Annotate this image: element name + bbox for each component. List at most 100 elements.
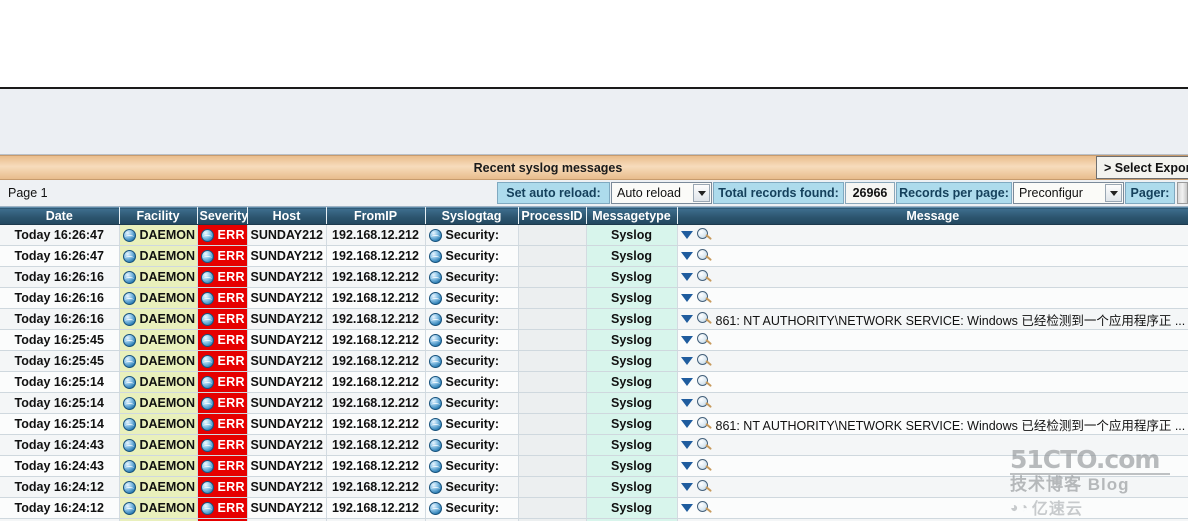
cell-processid xyxy=(518,224,587,246)
records-per-page-select[interactable]: Preconfigur xyxy=(1013,182,1124,204)
recent-messages-banner: Recent syslog messages xyxy=(0,155,1188,180)
pager-scrollbar[interactable] xyxy=(1177,182,1188,204)
search-message-icon[interactable] xyxy=(696,333,712,347)
cell-host: SUNDAY212 xyxy=(247,476,327,498)
cell-fromip: 192.168.12.212 xyxy=(326,245,426,267)
table-row[interactable]: Today 16:24:43 DAEMON ERR SUNDAY212 192.168.… xyxy=(0,434,1188,456)
globe-icon xyxy=(122,501,136,515)
table-row[interactable]: Today 16:26:16 DAEMON ERR SUNDAY212 192.168.… xyxy=(0,308,1188,330)
search-panel: Search (filter): ? Search I'd like to fe… xyxy=(0,87,1188,235)
globe-icon xyxy=(428,375,442,389)
cell-host: SUNDAY212 xyxy=(247,308,327,330)
expand-row-icon[interactable] xyxy=(680,273,693,281)
globe-icon xyxy=(200,228,214,242)
globe-icon xyxy=(428,396,442,410)
column-header-messagetype[interactable]: Messagetype xyxy=(586,207,678,225)
cell-syslogtag: Security: xyxy=(425,455,519,477)
cell-severity: ERR xyxy=(197,224,248,246)
search-message-icon[interactable] xyxy=(696,291,712,305)
globe-icon xyxy=(428,249,442,263)
search-message-icon[interactable] xyxy=(696,417,712,431)
column-header-syslogtag[interactable]: Syslogtag xyxy=(425,207,519,225)
expand-row-icon[interactable] xyxy=(680,462,693,470)
table-row[interactable]: Today 16:24:12DAEMONERRSUNDAY212192.168.… xyxy=(0,497,1188,519)
cell-processid xyxy=(518,413,587,435)
total-records-value: 26966 xyxy=(845,182,895,204)
column-header-fromip[interactable]: FromIP xyxy=(326,207,426,225)
table-row[interactable]: Today 16:25:45 DAEMON ERR SUNDAY212 192.168.… xyxy=(0,350,1188,372)
search-message-icon[interactable] xyxy=(696,438,712,452)
table-row[interactable]: Today 16:25:14 DAEMON ERR SUNDAY212 192.168.… xyxy=(0,392,1188,414)
globe-icon xyxy=(428,228,442,242)
column-header-date[interactable]: Date xyxy=(0,207,120,225)
column-header-processid[interactable]: ProcessID xyxy=(518,207,587,225)
column-header-message[interactable]: Message xyxy=(677,207,1188,225)
table-row[interactable]: Today 16:25:14 DAEMON ERR SUNDAY212 192.168.… xyxy=(0,371,1188,393)
cell-messagetype: Syslog xyxy=(586,371,678,393)
auto-reload-select[interactable]: Auto reload xyxy=(611,182,712,204)
column-header-host[interactable]: Host xyxy=(247,207,327,225)
cell-host: SUNDAY212 xyxy=(247,350,327,372)
cell-processid xyxy=(518,497,587,519)
expand-row-icon[interactable] xyxy=(680,378,693,386)
search-message-icon[interactable] xyxy=(696,228,712,242)
cell-facility: DAEMON xyxy=(119,476,198,498)
expand-row-icon[interactable] xyxy=(680,504,693,512)
cell-syslogtag: Security: xyxy=(425,224,519,246)
select-export-button[interactable]: > Select Expor xyxy=(1096,156,1188,179)
table-row[interactable]: Today 16:25:14 DAEMON ERR SUNDAY212 192.168.… xyxy=(0,413,1188,435)
expand-row-icon[interactable] xyxy=(680,357,693,365)
cell-facility: DAEMON xyxy=(119,413,198,435)
expand-row-icon[interactable] xyxy=(680,252,693,260)
cell-date: Today 16:26:16 xyxy=(0,266,120,288)
cell-syslogtag: Security: xyxy=(425,266,519,288)
cell-date: Today 16:26:47 xyxy=(0,245,120,267)
expand-row-icon[interactable] xyxy=(680,420,693,428)
globe-icon xyxy=(428,291,442,305)
expand-row-icon[interactable] xyxy=(680,315,693,323)
search-message-icon[interactable] xyxy=(696,396,712,410)
cell-syslogtag: Security: xyxy=(425,350,519,372)
cell-host: SUNDAY212 xyxy=(247,224,327,246)
table-row[interactable]: Today 16:24:12DAEMONERRSUNDAY212192.168.… xyxy=(0,476,1188,498)
expand-row-icon[interactable] xyxy=(680,294,693,302)
table-row[interactable]: Today 16:26:16 DAEMON ERR SUNDAY212 192.168.… xyxy=(0,287,1188,309)
cell-messagetype: Syslog xyxy=(586,350,678,372)
table-row[interactable]: Today 16:26:16 DAEMON ERR SUNDAY212 192.168.… xyxy=(0,266,1188,288)
cell-date: Today 16:26:16 xyxy=(0,308,120,330)
cell-host: SUNDAY212 xyxy=(247,287,327,309)
expand-row-icon[interactable] xyxy=(680,336,693,344)
cell-message xyxy=(677,476,1188,498)
search-message-icon[interactable] xyxy=(696,459,712,473)
search-message-icon[interactable] xyxy=(696,312,712,326)
table-row[interactable]: Today 16:24:43 DAEMON ERR SUNDAY212 192.168.… xyxy=(0,455,1188,477)
column-header-facility[interactable]: Facility xyxy=(119,207,198,225)
search-message-icon[interactable] xyxy=(696,249,712,263)
expand-row-icon[interactable] xyxy=(680,483,693,491)
cell-facility: DAEMON xyxy=(119,266,198,288)
cell-fromip: 192.168.12.212 xyxy=(326,224,426,246)
cell-fromip: 192.168.12.212 xyxy=(326,371,426,393)
search-message-icon[interactable] xyxy=(696,354,712,368)
search-message-icon[interactable] xyxy=(696,270,712,284)
cell-severity: ERR xyxy=(197,413,248,435)
expand-row-icon[interactable] xyxy=(680,441,693,449)
globe-icon xyxy=(122,291,136,305)
table-row[interactable]: Today 16:26:47 DAEMON ERR SUNDAY212 192.168.… xyxy=(0,245,1188,267)
cell-message xyxy=(677,350,1188,372)
globe-icon xyxy=(200,501,214,515)
globe-icon xyxy=(428,480,442,494)
search-message-icon[interactable] xyxy=(696,375,712,389)
column-header-severity[interactable]: Severity xyxy=(197,207,248,225)
cell-syslogtag: Security: xyxy=(425,329,519,351)
search-message-icon[interactable] xyxy=(696,480,712,494)
globe-icon xyxy=(428,354,442,368)
table-row[interactable]: Today 16:26:47 DAEMON ERR SUNDAY212 192.168.… xyxy=(0,224,1188,246)
cell-facility: DAEMON xyxy=(119,497,198,519)
globe-icon xyxy=(200,270,214,284)
expand-row-icon[interactable] xyxy=(680,399,693,407)
table-row[interactable]: Today 16:25:45 DAEMON ERR SUNDAY212 192.168.… xyxy=(0,329,1188,351)
expand-row-icon[interactable] xyxy=(680,231,693,239)
search-message-icon[interactable] xyxy=(696,501,712,515)
cell-date: Today 16:24:43 xyxy=(0,455,120,477)
